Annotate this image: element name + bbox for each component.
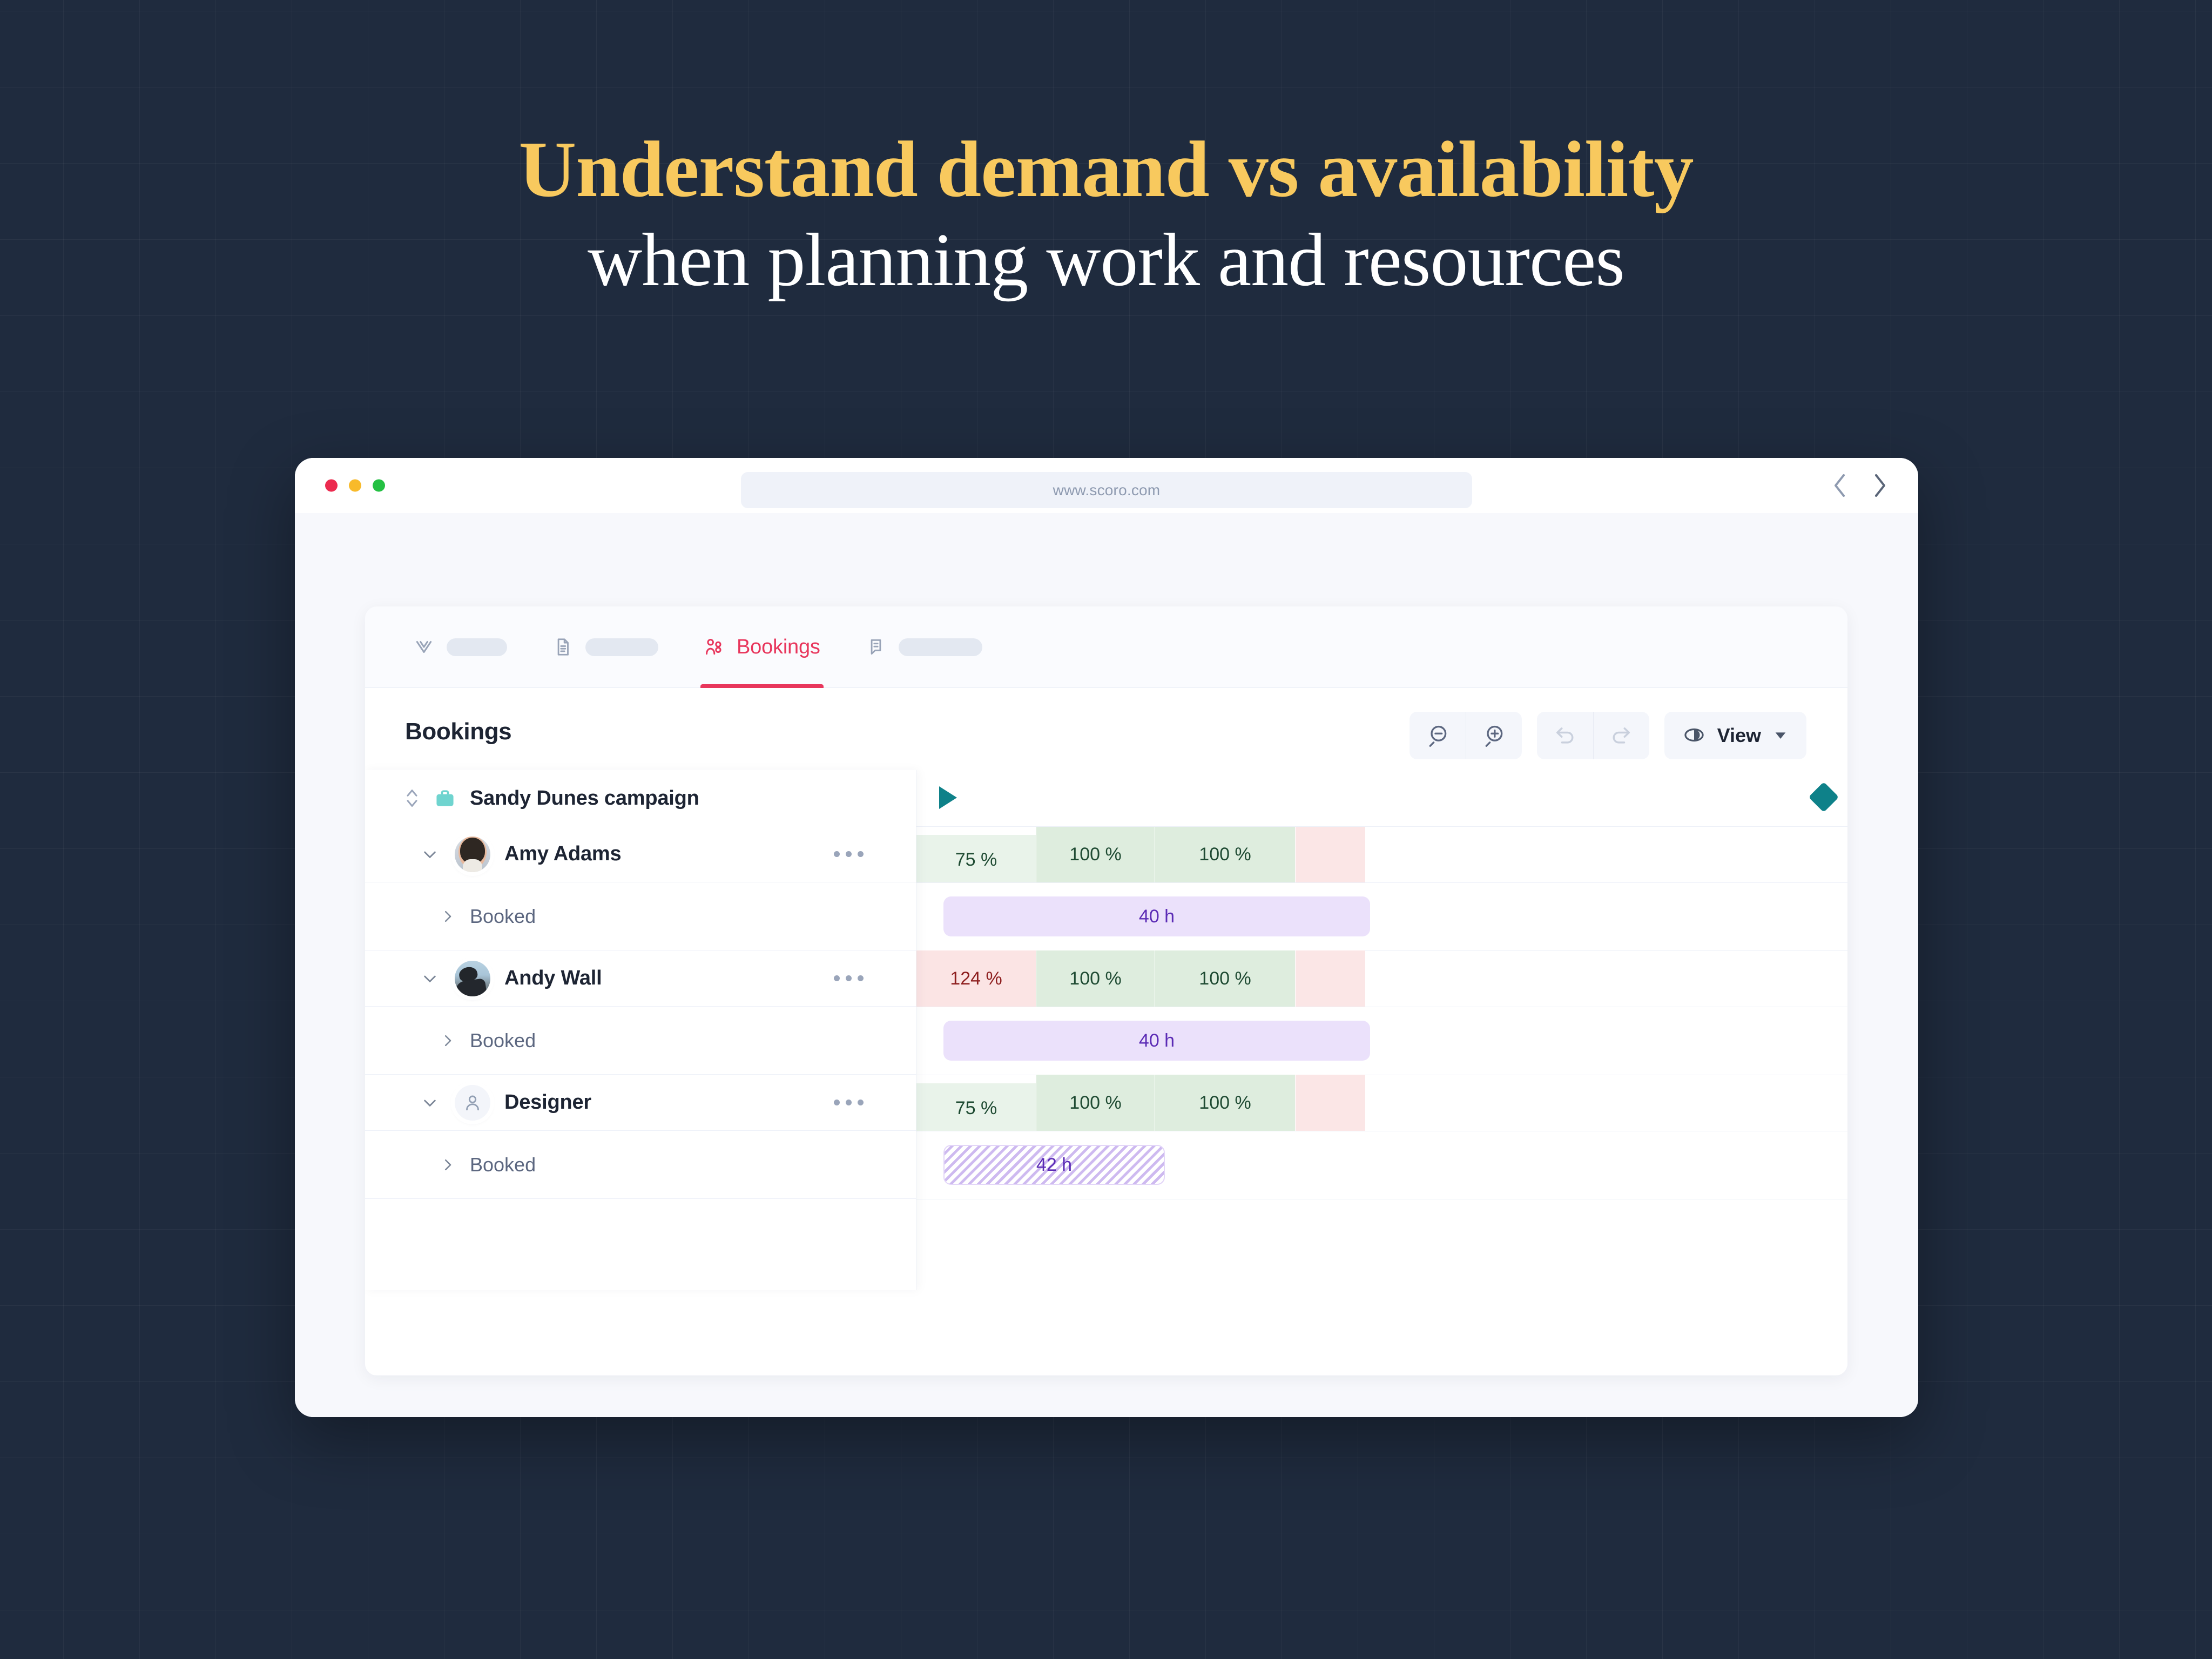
gantt-toolbar: View (1409, 712, 1806, 759)
address-bar[interactable]: www.scoro.com (741, 472, 1472, 508)
app-body: Bookings Bookings View Sandy Dunes campa… (295, 513, 1918, 1417)
tab-bookings[interactable]: Bookings (681, 606, 843, 688)
avatar (455, 1084, 490, 1121)
chevron-right-icon[interactable] (440, 908, 456, 925)
zoom-button-group (1409, 712, 1522, 759)
bookings-icon (704, 637, 724, 657)
chevron-down-icon[interactable] (421, 846, 439, 863)
utilization-cell[interactable]: 75 % (916, 1083, 1036, 1131)
kebab-menu-icon[interactable] (834, 1100, 864, 1105)
chevron-right-icon[interactable] (440, 1033, 456, 1049)
browser-chrome: www.scoro.com (295, 458, 1918, 513)
booking-bar-row-andy-wall: 40 h (916, 1007, 1847, 1075)
person-row-designer[interactable]: Designer (365, 1075, 916, 1131)
play-triangle-marker[interactable] (939, 786, 957, 809)
browser-nav-arrows (1832, 472, 1888, 499)
maximize-window-button[interactable] (373, 479, 385, 492)
person-name: Amy Adams (504, 842, 622, 865)
tab-1[interactable] (391, 606, 530, 688)
utilization-cell[interactable]: 100 % (1036, 826, 1155, 882)
tab-4[interactable] (843, 606, 1005, 688)
booking-bar[interactable]: 40 h (943, 896, 1370, 936)
comment-icon (866, 637, 886, 657)
utilization-cell[interactable]: 124 % (916, 950, 1036, 1007)
zoom-in-button[interactable] (1465, 712, 1522, 759)
project-row[interactable]: Sandy Dunes campaign (365, 770, 916, 826)
person-name: Andy Wall (504, 967, 602, 989)
person-row-andy-wall[interactable]: Andy Wall (365, 950, 916, 1007)
eye-icon (1683, 724, 1705, 748)
kebab-menu-icon[interactable] (834, 851, 864, 857)
chevron-down-icon[interactable] (421, 1094, 439, 1111)
close-window-button[interactable] (325, 479, 338, 492)
tab-2-label-placeholder (585, 638, 658, 656)
briefcase-icon (433, 786, 457, 810)
booked-row-andy-wall[interactable]: Booked (365, 1007, 916, 1075)
chevron-down-icon[interactable] (421, 970, 439, 987)
chevron-right-icon[interactable] (440, 1157, 456, 1173)
diamond-milestone-marker[interactable] (1808, 781, 1839, 813)
booked-row-designer[interactable]: Booked (365, 1131, 916, 1199)
person-name: Designer (504, 1091, 592, 1114)
view-dropdown-label: View (1717, 724, 1761, 746)
utilization-cell[interactable]: 100 % (1036, 950, 1155, 1007)
utilization-cell[interactable] (1295, 1075, 1365, 1131)
gantt-row-labels-pane: Sandy Dunes campaign Amy Adams Booked An… (365, 770, 916, 1290)
utilization-cell[interactable]: 100 % (1155, 950, 1295, 1007)
utilization-row-amy-adams: 75 % 100 % 100 % (916, 826, 1847, 882)
booked-label: Booked (470, 1029, 536, 1051)
gantt-timeline-pane: 75 % 100 % 100 % 40 h 124 % 100 % 100 % … (916, 770, 1847, 1375)
tab-bookings-label: Bookings (737, 635, 820, 658)
hero-headline: Understand demand vs availability when p… (0, 125, 2212, 306)
gantt-chart: Sandy Dunes campaign Amy Adams Booked An… (365, 770, 1847, 1375)
booking-bar[interactable]: 42 h (943, 1145, 1165, 1185)
chevron-right-icon[interactable] (1872, 472, 1888, 499)
booking-bar[interactable]: 40 h (943, 1021, 1370, 1061)
utilization-cell[interactable] (1295, 950, 1365, 1007)
chevron-down-icon (1773, 727, 1788, 744)
booking-bar-row-designer: 42 h (916, 1131, 1847, 1199)
tab-1-label-placeholder (447, 638, 507, 656)
utilization-row-andy-wall: 124 % 100 % 100 % (916, 950, 1847, 1007)
utilization-cell[interactable]: 100 % (1036, 1075, 1155, 1131)
minimize-window-button[interactable] (349, 479, 361, 492)
undo-button[interactable] (1537, 712, 1593, 759)
avatar (455, 836, 490, 872)
kebab-menu-icon[interactable] (834, 975, 864, 981)
project-timeline-row (916, 770, 1847, 826)
browser-window: www.scoro.com Bookings Bookings View San… (295, 458, 1918, 1417)
tab-active-indicator (700, 684, 824, 688)
utilization-cell[interactable]: 100 % (1155, 1075, 1295, 1131)
tab-2[interactable] (530, 606, 681, 688)
chevron-left-icon[interactable] (1832, 472, 1848, 499)
booked-label: Booked (470, 905, 536, 927)
utilization-cell[interactable]: 100 % (1155, 826, 1295, 882)
tab-4-label-placeholder (898, 638, 982, 656)
hero-line-1: Understand demand vs availability (518, 125, 1694, 214)
url-text: www.scoro.com (1053, 481, 1161, 498)
booked-row-amy-adams[interactable]: Booked (365, 882, 916, 950)
booking-bar-row-amy-adams: 40 h (916, 882, 1847, 950)
page-title: Bookings (405, 718, 512, 745)
tab-bar: Bookings (365, 606, 1847, 688)
booked-label: Booked (470, 1153, 536, 1176)
hero-line-2: when planning work and resources (588, 218, 1625, 302)
traffic-lights (325, 479, 385, 492)
sort-updown-icon[interactable] (404, 785, 420, 811)
project-name: Sandy Dunes campaign (470, 786, 699, 810)
view-dropdown-button[interactable]: View (1664, 712, 1806, 759)
redo-button[interactable] (1593, 712, 1649, 759)
utilization-cell[interactable] (1295, 826, 1365, 882)
history-button-group (1536, 712, 1649, 759)
document-icon (552, 637, 573, 657)
bookings-sheet: Bookings View Sandy Dunes campaign Amy A… (365, 688, 1847, 1375)
person-row-amy-adams[interactable]: Amy Adams (365, 826, 916, 882)
checkmark-icon (414, 637, 434, 657)
app-card: Bookings Bookings View Sandy Dunes campa… (365, 606, 1847, 1375)
zoom-out-button[interactable] (1410, 712, 1466, 759)
utilization-cell[interactable]: 75 % (916, 835, 1036, 882)
utilization-row-designer: 75 % 100 % 100 % (916, 1075, 1847, 1131)
avatar (455, 960, 490, 996)
